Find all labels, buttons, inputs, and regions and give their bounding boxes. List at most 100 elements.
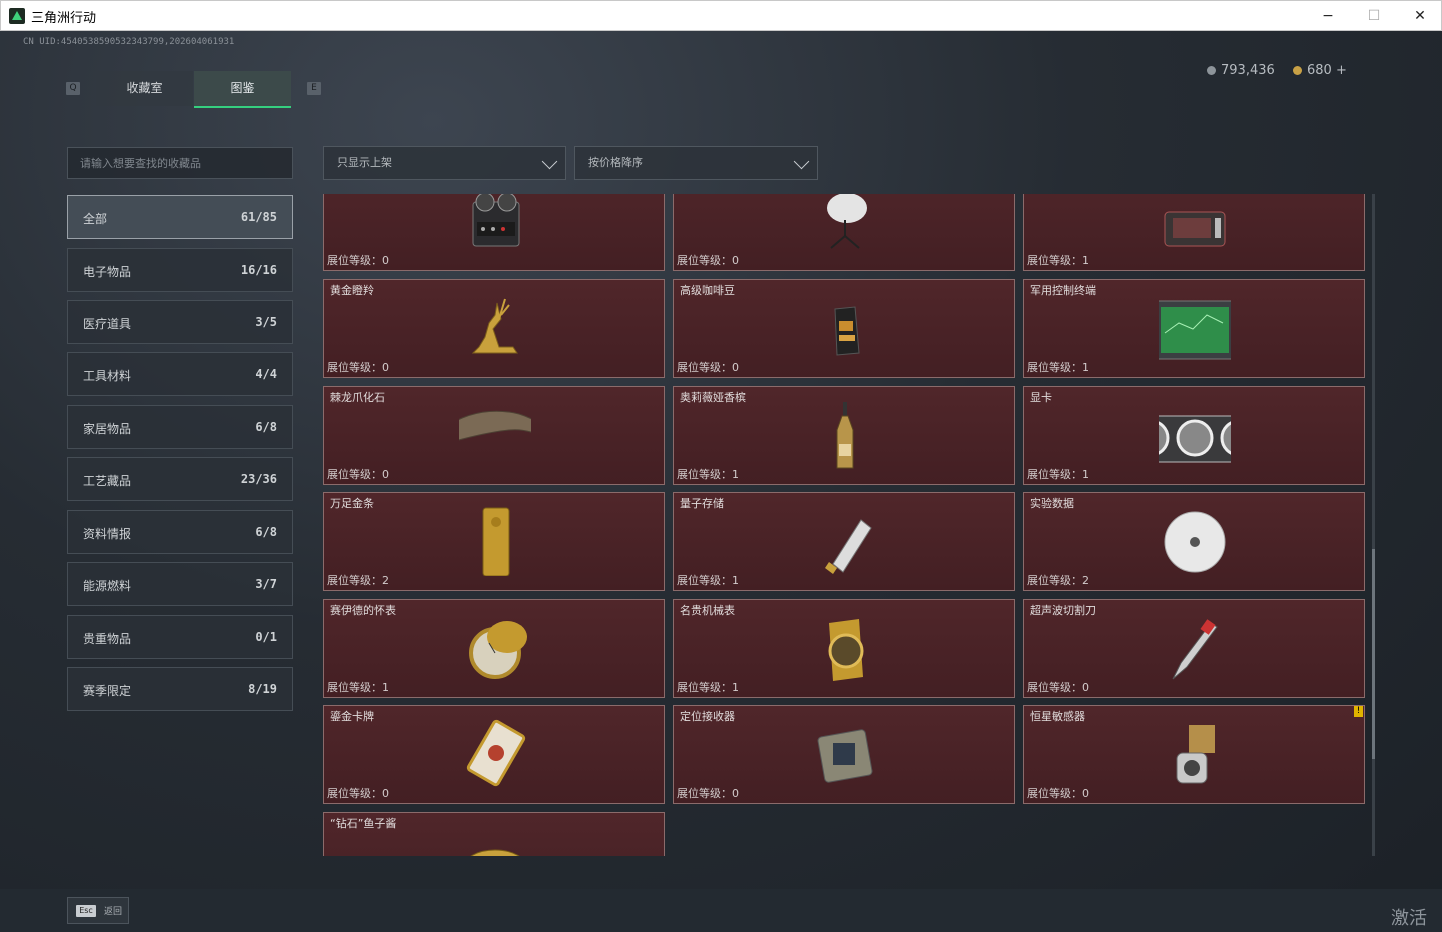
collection-card[interactable]: 高级咖啡豆 展位等级：0 xyxy=(673,279,1015,378)
item-level: 展位等级：2 xyxy=(327,574,389,587)
game-screen: CN UID:4540538590532343799,202604061931 … xyxy=(0,31,1442,932)
category-label: 电子物品 xyxy=(83,265,132,279)
category-energy[interactable]: 能源燃料 3/7 xyxy=(67,562,293,606)
item-level: 展位等级：1 xyxy=(1027,361,1089,374)
item-name: 鎏金卡牌 xyxy=(330,710,374,723)
tab-catalog[interactable]: 图鉴 xyxy=(194,71,291,108)
category-intel[interactable]: 资料情报 6/8 xyxy=(67,510,293,554)
category-label: 医疗道具 xyxy=(83,317,132,331)
item-level: 展位等级：1 xyxy=(1027,468,1089,481)
item-level: 展位等级：0 xyxy=(677,787,739,800)
collection-card[interactable]: 展位等级：1 xyxy=(1023,194,1365,271)
collection-card[interactable]: 军用控制终端 展位等级：1 xyxy=(1023,279,1365,378)
filter-dropdown[interactable]: 只显示上架 xyxy=(323,146,566,180)
collection-card[interactable]: 恒星敏感器 展位等级：0 xyxy=(1023,705,1365,804)
search-box[interactable] xyxy=(67,147,293,179)
wristwatch-icon xyxy=(828,619,864,681)
radio-device-icon xyxy=(1164,211,1226,247)
warning-badge: ! xyxy=(1354,706,1363,717)
item-level: 展位等级：1 xyxy=(327,681,389,694)
collection-card[interactable]: 奥莉薇娅香槟 展位等级：1 xyxy=(673,386,1015,485)
coffee-bag-icon xyxy=(834,306,860,356)
category-season[interactable]: 赛季限定 8/19 xyxy=(67,667,293,711)
collection-card[interactable]: 万足金条 展位等级：2 xyxy=(323,492,665,591)
control-terminal-icon xyxy=(1159,300,1231,360)
item-level: 展位等级：1 xyxy=(677,468,739,481)
collection-card[interactable]: 显卡 展位等级：1 xyxy=(1023,386,1365,485)
category-crafts[interactable]: 工艺藏品 23/36 xyxy=(67,457,293,501)
category-valuables[interactable]: 贵重物品 0/1 xyxy=(67,615,293,659)
scrollbar-thumb[interactable] xyxy=(1372,549,1375,759)
graphics-card-icon xyxy=(1159,415,1231,463)
app-logo-icon xyxy=(9,8,25,24)
pocket-watch-icon xyxy=(469,621,527,679)
collection-card[interactable]: 量子存储 展位等级：1 xyxy=(673,492,1015,591)
scrollbar[interactable] xyxy=(1372,194,1375,856)
item-level: 展位等级：1 xyxy=(677,574,739,587)
collection-card[interactable]: 名贵机械表 展位等级：1 xyxy=(673,599,1015,698)
item-level: 展位等级：0 xyxy=(327,787,389,800)
filter-dropdown-value: 只显示上架 xyxy=(337,156,392,169)
satellite-dish-icon xyxy=(827,194,867,249)
category-label: 工艺藏品 xyxy=(83,474,132,488)
minimize-button[interactable]: − xyxy=(1305,1,1351,31)
item-name: 黄金瞪羚 xyxy=(330,284,374,297)
search-input[interactable] xyxy=(68,148,292,178)
gold-currency[interactable]: 680 + xyxy=(1293,63,1347,78)
window-titlebar: 三角洲行动 − ☐ ✕ xyxy=(0,0,1442,31)
collection-card[interactable]: 棘龙爪化石 展位等级：0 xyxy=(323,386,665,485)
item-level: 展位等级：0 xyxy=(327,254,389,267)
collection-card[interactable]: 实验数据 展位等级：2 xyxy=(1023,492,1365,591)
collection-card[interactable]: 超声波切割刀 展位等级：0 xyxy=(1023,599,1365,698)
collection-card[interactable]: 黄金瞪羚 展位等级：0 xyxy=(323,279,665,378)
back-button[interactable]: Esc 返回 xyxy=(67,897,129,924)
category-label: 资料情报 xyxy=(83,527,132,541)
category-count: 3/7 xyxy=(255,577,277,591)
activation-watermark: 激活 xyxy=(1391,908,1427,929)
category-count: 61/85 xyxy=(240,210,277,224)
category-label: 家居物品 xyxy=(83,422,132,436)
back-label: 返回 xyxy=(104,907,123,917)
category-all[interactable]: 全部 61/85 xyxy=(67,195,293,239)
category-label: 工具材料 xyxy=(83,369,132,383)
gold-amount: 680 + xyxy=(1307,63,1347,78)
collection-card[interactable]: 赛伊德的怀表 展位等级：1 xyxy=(323,599,665,698)
category-count: 16/16 xyxy=(240,263,277,277)
item-level: 展位等级：1 xyxy=(1027,254,1089,267)
collection-card[interactable]: “钻石”鱼子酱 xyxy=(323,812,665,856)
category-household[interactable]: 家居物品 6/8 xyxy=(67,405,293,449)
tab-next-key-hint: E xyxy=(307,82,321,95)
item-level: 展位等级：0 xyxy=(327,361,389,374)
chevron-down-icon xyxy=(793,153,810,170)
tab-collection-room[interactable]: 收藏室 xyxy=(96,71,193,106)
collection-card[interactable]: 展位等级：0 xyxy=(673,194,1015,271)
category-count: 6/8 xyxy=(255,420,277,434)
category-medical[interactable]: 医疗道具 3/5 xyxy=(67,300,293,344)
collection-card[interactable]: 展位等级：0 xyxy=(323,194,665,271)
category-tools[interactable]: 工具材料 4/4 xyxy=(67,352,293,396)
item-name: 奥莉薇娅香槟 xyxy=(680,391,746,404)
sort-dropdown[interactable]: 按价格降序 xyxy=(574,146,818,180)
item-level: 展位等级：1 xyxy=(677,681,739,694)
collection-card[interactable]: 定位接收器 展位等级：0 xyxy=(673,705,1015,804)
esc-key-icon: Esc xyxy=(76,905,96,917)
category-label: 赛季限定 xyxy=(83,684,132,698)
locator-receiver-icon xyxy=(817,729,873,783)
item-name: 超声波切割刀 xyxy=(1030,604,1096,617)
item-level: 展位等级：0 xyxy=(1027,681,1089,694)
collection-card[interactable]: 鎏金卡牌 展位等级：0 xyxy=(323,705,665,804)
item-name: 显卡 xyxy=(1030,391,1052,404)
silver-coin-icon xyxy=(1207,66,1216,75)
bottom-bar xyxy=(0,889,1442,932)
category-count: 8/19 xyxy=(248,682,277,696)
maximize-button[interactable]: ☐ xyxy=(1351,1,1397,31)
category-count: 6/8 xyxy=(255,525,277,539)
quantum-storage-icon xyxy=(825,519,872,574)
item-name: 恒星敏感器 xyxy=(1030,710,1085,723)
category-electronics[interactable]: 电子物品 16/16 xyxy=(67,248,293,292)
reel-tape-recorder-icon xyxy=(472,194,520,247)
item-level: 展位等级：0 xyxy=(327,468,389,481)
item-name: 名贵机械表 xyxy=(680,604,735,617)
close-button[interactable]: ✕ xyxy=(1397,1,1442,31)
item-level: 展位等级：0 xyxy=(1027,787,1089,800)
